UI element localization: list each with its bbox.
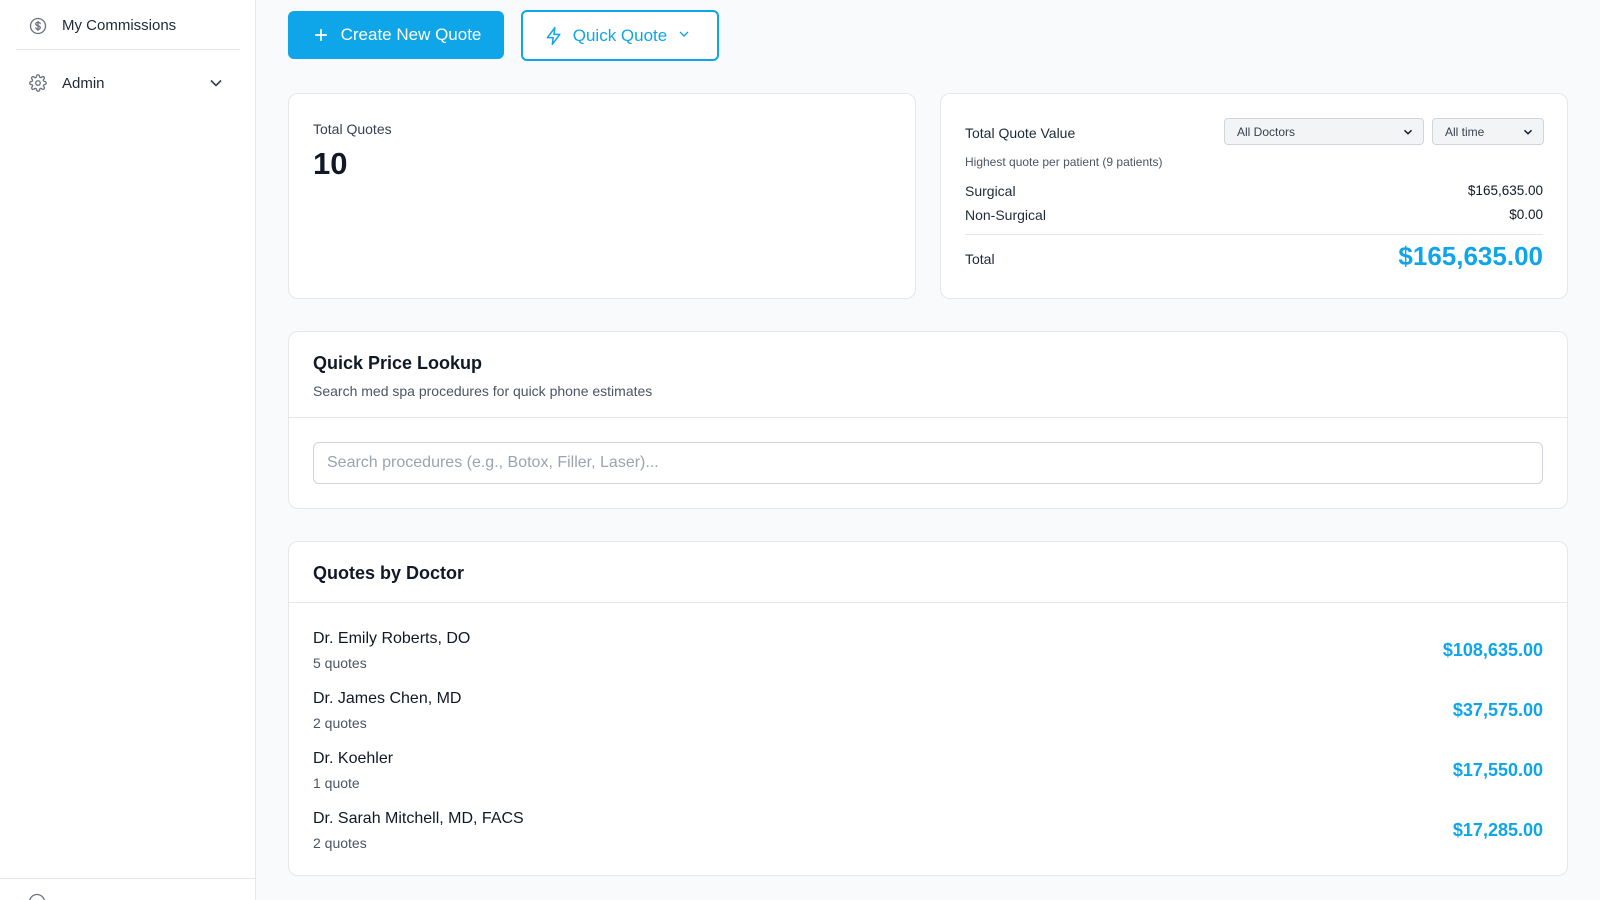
- doctor-quote-count: 5 quotes: [313, 655, 367, 671]
- user-icon[interactable]: [28, 893, 48, 900]
- non-surgical-label: Non-Surgical: [965, 207, 1046, 223]
- quotes-by-doctor-card: Quotes by Doctor Dr. Emily Roberts, DO 5…: [288, 541, 1568, 876]
- doctor-quote-amount: $17,550.00: [1452, 760, 1543, 780]
- total-quotes-value: 10: [313, 146, 348, 181]
- create-new-quote-label: Create New Quote: [340, 25, 482, 44]
- total-quote-value-subtitle: Highest quote per patient (9 patients): [965, 155, 1163, 169]
- sidebar-item-label: My Commissions: [62, 17, 177, 34]
- chevron-down-icon: [676, 26, 696, 46]
- doctor-row[interactable]: Dr. James Chen, MD 2 quotes $37,575.00: [313, 690, 1543, 740]
- total-quote-value-title: Total Quote Value: [965, 125, 1076, 141]
- divider: [965, 234, 1543, 235]
- divider: [289, 602, 1567, 603]
- total-quotes-label: Total Quotes: [313, 121, 392, 137]
- surgical-row: Surgical $165,635.00: [965, 183, 1543, 199]
- sidebar-item-label: Admin: [62, 74, 105, 92]
- doctor-name: Dr. Sarah Mitchell, MD, FACS: [313, 810, 524, 827]
- quotes-by-doctor-title: Quotes by Doctor: [313, 563, 465, 583]
- lightning-icon: [544, 26, 564, 46]
- total-quotes-card: Total Quotes 10: [288, 93, 916, 299]
- doctor-quote-amount: $17,285.00: [1452, 820, 1543, 840]
- chevron-down-icon[interactable]: [206, 73, 226, 93]
- doctor-name: Dr. James Chen, MD: [313, 690, 462, 707]
- quick-price-lookup-description: Search med spa procedures for quick phon…: [313, 383, 653, 399]
- create-new-quote-button[interactable]: Create New Quote: [288, 11, 504, 59]
- quick-price-lookup-title: Quick Price Lookup: [313, 353, 483, 373]
- sidebar: My Commissions Admin: [0, 0, 256, 900]
- quick-quote-label: Quick Quote: [572, 25, 668, 45]
- time-filter-select[interactable]: All time: [1432, 118, 1544, 145]
- doctor-row[interactable]: Dr. Koehler 1 quote $17,550.00: [313, 750, 1543, 800]
- chevron-down-icon: [1401, 125, 1415, 139]
- doctor-quote-count: 1 quote: [313, 775, 360, 791]
- quick-price-lookup-card: Quick Price Lookup Search med spa proced…: [288, 331, 1568, 509]
- doctor-quote-count: 2 quotes: [313, 835, 367, 851]
- procedure-search-input[interactable]: [313, 442, 1543, 484]
- doctor-quote-count: 2 quotes: [313, 715, 367, 731]
- doctor-row[interactable]: Dr. Emily Roberts, DO 5 quotes $108,635.…: [313, 630, 1543, 680]
- time-filter-value: All time: [1445, 124, 1485, 139]
- doctor-name: Dr. Koehler: [313, 750, 394, 767]
- chevron-down-icon: [1521, 125, 1535, 139]
- sidebar-item-admin[interactable]: Admin: [16, 59, 240, 107]
- doctor-quote-amount: $37,575.00: [1452, 700, 1543, 720]
- sidebar-footer: [0, 878, 256, 900]
- total-amount: $165,635.00: [1398, 241, 1543, 271]
- surgical-amount: $165,635.00: [1467, 183, 1543, 198]
- total-label: Total: [965, 251, 995, 267]
- doctor-row[interactable]: Dr. Sarah Mitchell, MD, FACS 2 quotes $1…: [313, 810, 1543, 860]
- non-surgical-amount: $0.00: [1509, 207, 1543, 222]
- surgical-label: Surgical: [965, 183, 1016, 199]
- plus-icon: [311, 25, 331, 45]
- doctor-quote-amount: $108,635.00: [1442, 640, 1543, 660]
- divider: [289, 417, 1567, 418]
- doctor-name: Dr. Emily Roberts, DO: [313, 630, 471, 647]
- total-quote-value-card: Total Quote Value All Doctors All time H…: [940, 93, 1568, 299]
- quick-quote-button[interactable]: Quick Quote: [521, 10, 719, 61]
- gear-icon: [28, 73, 48, 93]
- doctor-filter-value: All Doctors: [1237, 124, 1296, 139]
- dollar-circle-icon: [28, 16, 48, 36]
- sidebar-item-my-commissions[interactable]: My Commissions: [16, 2, 240, 50]
- non-surgical-row: Non-Surgical $0.00: [965, 207, 1543, 223]
- doctor-filter-select[interactable]: All Doctors: [1224, 118, 1424, 145]
